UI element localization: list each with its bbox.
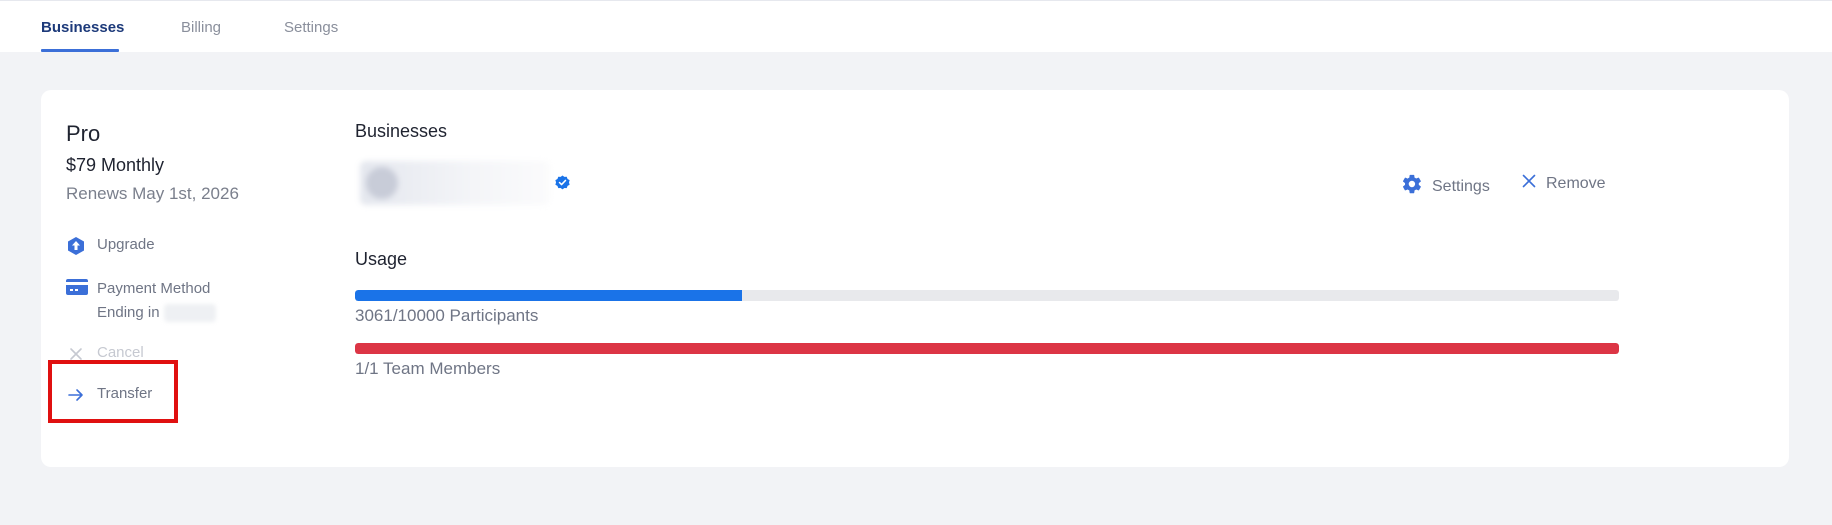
transfer-highlight-box — [48, 360, 178, 423]
businesses-section-title: Businesses — [355, 121, 448, 141]
payment-method-label: Payment Method — [97, 280, 211, 297]
subscription-card: Pro $79 Monthly Renews May 1st, 2026 Upg… — [41, 90, 1789, 467]
team-members-usage-label: 1/1 Team Members — [355, 359, 501, 378]
tab-billing[interactable]: Billing — [181, 19, 221, 36]
payment-method-link[interactable]: Payment Method Ending in — [66, 277, 216, 325]
redacted-card-digits — [163, 304, 216, 323]
gear-icon — [1401, 173, 1423, 200]
business-settings-button[interactable]: Settings — [1401, 173, 1490, 200]
ending-in-text: Ending in — [97, 304, 160, 321]
active-tab-indicator — [41, 49, 119, 52]
remove-business-button[interactable]: Remove — [1521, 173, 1606, 194]
upgrade-link[interactable]: Upgrade — [66, 236, 155, 256]
participants-usage-label: 3061/10000 Participants — [355, 306, 539, 325]
team-members-progress-fill — [355, 343, 1619, 354]
tab-businesses[interactable]: Businesses — [41, 19, 124, 36]
participants-progress-bar — [355, 290, 1619, 301]
cancel-label: Cancel — [97, 344, 144, 361]
participants-progress-fill — [355, 290, 742, 301]
card-ending-label: Ending in — [97, 301, 216, 325]
plan-renewal-date: Renews May 1st, 2026 — [66, 184, 239, 203]
team-members-progress-bar — [355, 343, 1619, 354]
credit-card-icon — [66, 277, 88, 297]
usage-section-title: Usage — [355, 249, 408, 269]
remove-label: Remove — [1546, 174, 1606, 192]
plan-name: Pro — [66, 121, 101, 146]
business-thumbnail[interactable] — [360, 161, 550, 205]
plan-price: $79 Monthly — [66, 155, 165, 175]
settings-label: Settings — [1432, 177, 1490, 195]
business-avatar — [366, 167, 398, 199]
verified-badge-icon — [555, 175, 570, 190]
upgrade-label: Upgrade — [97, 236, 155, 253]
tab-settings[interactable]: Settings — [284, 19, 338, 36]
top-tab-bar: Businesses Billing Settings — [0, 0, 1832, 52]
upgrade-icon — [66, 236, 86, 256]
close-icon — [1521, 173, 1537, 194]
